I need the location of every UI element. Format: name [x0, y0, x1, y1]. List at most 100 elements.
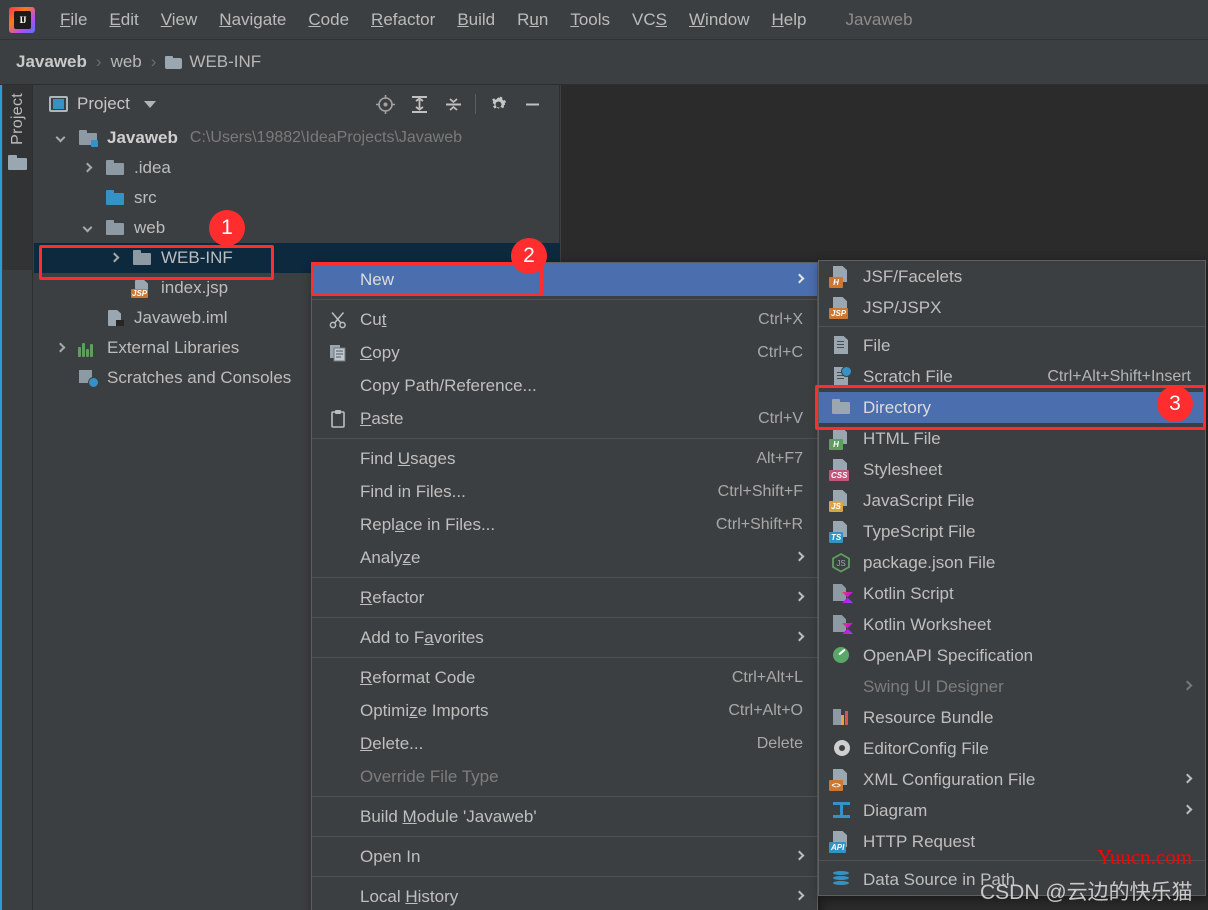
menu-item-reformat-code[interactable]: Reformat Code Ctrl+Alt+L — [312, 661, 817, 694]
menu-item-new[interactable]: New — [312, 263, 817, 296]
menu-item-label: Refactor — [360, 587, 425, 607]
new-menu-item-typescript-file[interactable]: TS TypeScript File — [819, 516, 1205, 547]
new-menu-item-kotlin-script[interactable]: Kotlin Script — [819, 578, 1205, 609]
menu-item-find-usages[interactable]: Find Usages Alt+F7 — [312, 442, 817, 475]
menu-run[interactable]: Run — [506, 6, 559, 34]
chevron-right-icon[interactable] — [55, 342, 78, 354]
annotation-badge-1: 1 — [209, 210, 245, 246]
tree-row--idea[interactable]: .idea — [34, 153, 560, 183]
expand-all-icon[interactable] — [402, 89, 436, 119]
new-menu-item-label: Directory — [863, 397, 932, 417]
menu-item-cut[interactable]: Cut Ctrl+X — [312, 303, 817, 336]
menu-label: Edit — [109, 9, 139, 29]
new-menu-item-editorconfig-file[interactable]: EditorConfig File — [819, 733, 1205, 764]
new-menu-item-jsf-facelets[interactable]: H JSF/Facelets — [819, 261, 1205, 292]
menu-help[interactable]: Help — [760, 6, 817, 34]
tool-window-tab-project[interactable]: Project — [3, 85, 32, 270]
menu-edit[interactable]: Edit — [98, 6, 149, 34]
hide-minimize-icon[interactable] — [515, 89, 549, 119]
menu-label: Tools — [570, 9, 611, 29]
css-file-icon: CSS — [829, 459, 853, 481]
menu-item-shortcut: Alt+F7 — [756, 449, 803, 467]
menu-item-add-to-favorites[interactable]: Add to Favorites — [312, 621, 817, 654]
breadcrumb-item-0[interactable]: Javaweb — [16, 52, 87, 72]
new-menu-item-scratch-file[interactable]: Scratch File Ctrl+Alt+Shift+Insert — [819, 361, 1205, 392]
new-menu-item-resource-bundle[interactable]: Resource Bundle — [819, 702, 1205, 733]
menu-item-open-in[interactable]: Open In — [312, 840, 817, 873]
menu-item-refactor[interactable]: Refactor — [312, 581, 817, 614]
menu-item-label: Analyze — [360, 547, 421, 567]
new-menu-item-javascript-file[interactable]: JS JavaScript File — [819, 485, 1205, 516]
menu-item-copy[interactable]: Copy Ctrl+C — [312, 336, 817, 369]
module-folder-icon — [78, 129, 98, 147]
tree-row-web[interactable]: web — [34, 213, 560, 243]
menu-label: Build — [457, 9, 496, 29]
chevron-right-icon[interactable] — [82, 162, 105, 174]
menu-item-build-module-javaweb[interactable]: Build Module 'Javaweb' — [312, 800, 817, 833]
menu-item-local-history[interactable]: Local History — [312, 880, 817, 910]
new-menu-item-package-json-file[interactable]: JS package.json File — [819, 547, 1205, 578]
menu-window[interactable]: Window — [678, 6, 760, 34]
kotlin-icon — [830, 614, 853, 635]
menu-separator — [312, 836, 817, 837]
chevron-right-icon — [1182, 680, 1193, 691]
new-menu-item-label: package.json File — [863, 552, 996, 572]
chevron-down-icon[interactable] — [82, 222, 105, 234]
chevron-right-icon[interactable] — [109, 252, 132, 264]
new-menu-item-jsp-jspx[interactable]: JSP JSP/JSPX — [819, 292, 1205, 323]
tree-row-label: src — [134, 188, 157, 207]
left-tool-strip: Project — [0, 85, 33, 910]
menu-item-delete[interactable]: Delete... Delete — [312, 727, 817, 760]
tree-row-src[interactable]: src — [34, 183, 560, 213]
menu-item-analyze[interactable]: Analyze — [312, 541, 817, 574]
no-icon — [328, 887, 350, 907]
scratches-icon — [78, 369, 99, 388]
new-menu-item-openapi-specification[interactable]: OpenAPI Specification — [819, 640, 1205, 671]
menu-label: VCS — [632, 9, 667, 29]
settings-gear-icon[interactable] — [481, 89, 515, 119]
menu-item-replace-in-files[interactable]: Replace in Files... Ctrl+Shift+R — [312, 508, 817, 541]
breadcrumb-separator: › — [150, 52, 157, 71]
menu-item-label: Find Usages — [360, 448, 456, 468]
chevron-right-icon — [794, 551, 805, 562]
new-menu-item-directory[interactable]: Directory — [819, 392, 1205, 423]
menu-code[interactable]: Code — [297, 6, 360, 34]
ide-window: IJ File Edit View Navigate Code Refactor Build… — [0, 0, 1208, 910]
collapse-all-icon[interactable] — [436, 89, 470, 119]
menu-navigate[interactable]: Navigate — [208, 6, 297, 34]
menu-item-shortcut: Ctrl+Alt+L — [731, 668, 803, 686]
project-view-icon — [49, 96, 68, 112]
chevron-down-icon[interactable] — [55, 132, 78, 144]
chevron-right-icon — [794, 591, 805, 602]
menu-item-optimize-imports[interactable]: Optimize Imports Ctrl+Alt+O — [312, 694, 817, 727]
new-menu-item-xml-configuration-file[interactable]: <> XML Configuration File — [819, 764, 1205, 795]
new-menu-item-html-file[interactable]: H HTML File — [819, 423, 1205, 454]
breadcrumb-item-2[interactable]: WEB-INF — [189, 52, 261, 72]
menu-item-copy-path-reference[interactable]: Copy Path/Reference... — [312, 369, 817, 402]
new-menu-item-kotlin-worksheet[interactable]: Kotlin Worksheet — [819, 609, 1205, 640]
chevron-down-icon[interactable] — [143, 100, 156, 108]
menu-build[interactable]: Build — [446, 6, 506, 34]
diagram-icon — [830, 800, 853, 821]
locate-target-icon[interactable] — [368, 89, 402, 119]
menu-vcs[interactable]: VCS — [621, 6, 678, 34]
tree-row-path: C:\Users\19882\IdeaProjects\Javaweb — [189, 129, 463, 146]
menu-item-paste[interactable]: Paste Ctrl+V — [312, 402, 817, 435]
accent-bar — [0, 85, 2, 910]
new-menu-item-stylesheet[interactable]: CSS Stylesheet — [819, 454, 1205, 485]
tree-row-javaweb[interactable]: Javaweb C:\Users\19882\IdeaProjects\Javaw… — [34, 123, 560, 153]
chevron-right-icon — [1182, 773, 1193, 784]
resource-bundle-icon — [830, 707, 853, 728]
no-icon — [328, 449, 350, 469]
http-file-icon: API — [829, 831, 853, 853]
menu-view[interactable]: View — [150, 6, 209, 34]
new-menu-item-diagram[interactable]: Diagram — [819, 795, 1205, 826]
menu-tools[interactable]: Tools — [559, 6, 621, 34]
breadcrumb-item-1[interactable]: web — [111, 52, 142, 72]
new-menu-item-file[interactable]: File — [819, 330, 1205, 361]
menu-item-find-in-files[interactable]: Find in Files... Ctrl+Shift+F — [312, 475, 817, 508]
menu-separator — [312, 796, 817, 797]
menu-refactor[interactable]: Refactor — [360, 6, 446, 34]
menu-file[interactable]: File — [49, 6, 98, 34]
xml-file-icon: <> — [829, 769, 853, 791]
